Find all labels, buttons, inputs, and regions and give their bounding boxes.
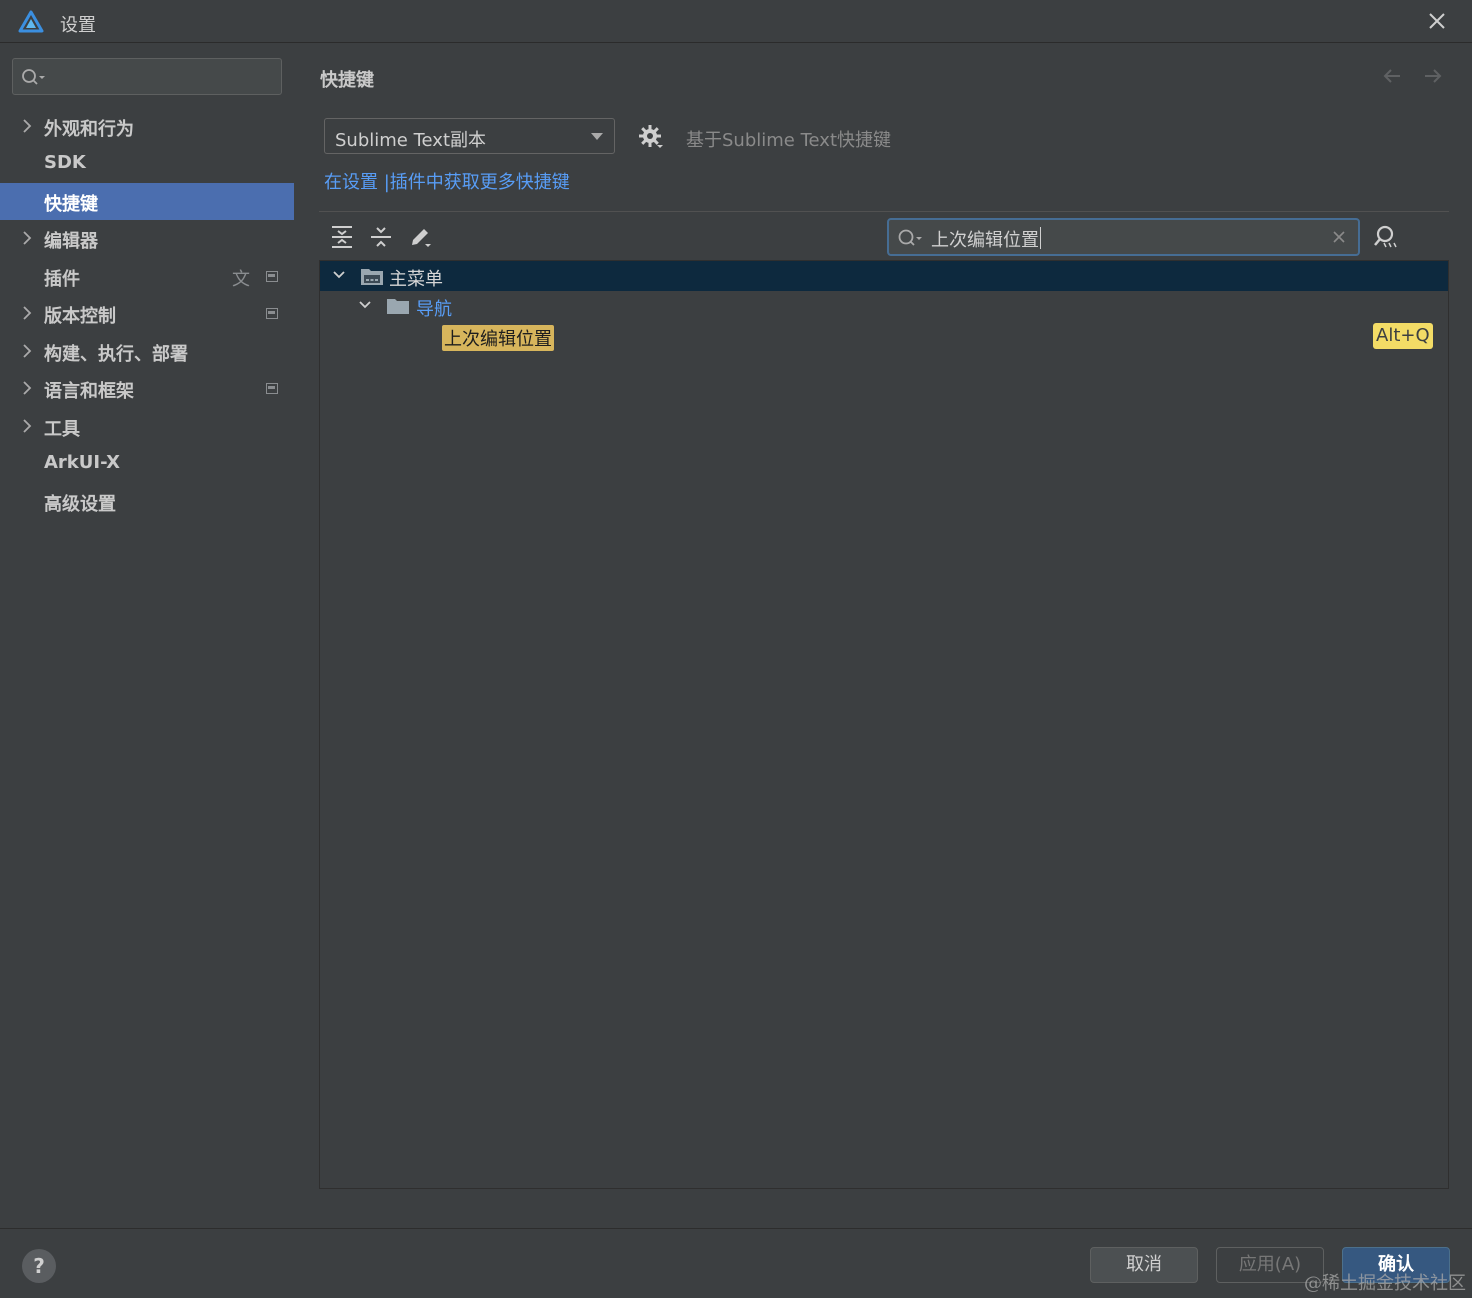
sidebar-item-label: 工具 bbox=[44, 419, 80, 440]
chevron-right-icon bbox=[23, 119, 32, 133]
sidebar-item-label: 语言和框架 bbox=[44, 381, 134, 402]
app-logo-icon bbox=[18, 10, 44, 33]
badge-icon bbox=[266, 308, 278, 319]
clear-icon[interactable] bbox=[1331, 229, 1347, 245]
page-title: 快捷键 bbox=[320, 70, 374, 91]
tree-row-last-edit-location[interactable]: 上次编辑位置 Alt+Q bbox=[320, 321, 1448, 351]
sidebar-item-editor[interactable]: 编辑器 bbox=[0, 220, 294, 257]
settings-search-input[interactable] bbox=[12, 58, 282, 95]
keymap-panel: 快捷键 Sublime Text副本 基于Sublime Text快捷键 在设置… bbox=[294, 44, 1472, 1228]
badge-icon bbox=[266, 271, 278, 282]
back-arrow-icon[interactable] bbox=[1380, 64, 1404, 88]
sidebar-item-label: 快捷键 bbox=[44, 194, 98, 215]
sidebar-item-languages[interactable]: 语言和框架 bbox=[0, 370, 294, 407]
chevron-down-icon bbox=[333, 271, 345, 279]
folder-icon bbox=[387, 299, 409, 314]
sidebar-item-label: 构建、执行、部署 bbox=[44, 344, 188, 365]
menu-folder-icon bbox=[361, 269, 383, 285]
help-icon[interactable]: ? bbox=[22, 1249, 56, 1283]
sidebar-item-arkuix[interactable]: ArkUI-X bbox=[0, 445, 294, 482]
keymap-based-on-text: 基于Sublime Text快捷键 bbox=[686, 130, 891, 151]
tree-label-main-menu: 主菜单 bbox=[389, 269, 443, 290]
find-by-shortcut-icon[interactable] bbox=[1372, 224, 1398, 250]
chevron-right-icon bbox=[23, 419, 32, 433]
shortcut-badge: Alt+Q bbox=[1373, 323, 1433, 349]
sidebar-item-label: 编辑器 bbox=[44, 231, 98, 252]
text-cursor bbox=[1040, 227, 1041, 249]
sidebar-item-build[interactable]: 构建、执行、部署 bbox=[0, 333, 294, 370]
badge-icon bbox=[266, 383, 278, 394]
sidebar-item-sdk[interactable]: SDK bbox=[0, 145, 294, 182]
keymap-dropdown[interactable]: Sublime Text副本 bbox=[324, 118, 615, 154]
keymap-dropdown-value: Sublime Text副本 bbox=[335, 130, 486, 151]
sidebar-item-advanced[interactable]: 高级设置 bbox=[0, 483, 294, 520]
chevron-right-icon bbox=[23, 306, 32, 320]
sidebar-item-label: 插件 bbox=[44, 269, 80, 290]
expand-all-icon[interactable] bbox=[329, 224, 355, 250]
sidebar-item-label: ArkUI-X bbox=[44, 452, 120, 473]
chevron-right-icon bbox=[23, 381, 32, 395]
edit-icon[interactable] bbox=[407, 224, 433, 250]
sidebar-item-appearance[interactable]: 外观和行为 bbox=[0, 108, 294, 145]
watermark: @稀土掘金技术社区 bbox=[1304, 1273, 1466, 1294]
tree-label-navigate: 导航 bbox=[416, 299, 452, 320]
forward-arrow-icon[interactable] bbox=[1421, 64, 1445, 88]
sidebar-item-keymap[interactable]: 快捷键 bbox=[0, 183, 294, 220]
chevron-down-icon bbox=[359, 301, 371, 309]
tree-row-main-menu[interactable]: 主菜单 bbox=[320, 261, 1448, 291]
collapse-all-icon[interactable] bbox=[368, 224, 394, 250]
chevron-down-icon bbox=[591, 133, 603, 140]
close-icon[interactable] bbox=[1424, 8, 1450, 34]
get-more-keymaps-link[interactable]: 在设置 |插件中获取更多快捷键 bbox=[324, 168, 570, 194]
sidebar-item-label: 版本控制 bbox=[44, 306, 116, 327]
chevron-right-icon bbox=[23, 231, 32, 245]
sidebar-item-label: 高级设置 bbox=[44, 494, 116, 515]
keymap-search-value: 上次编辑位置 bbox=[931, 230, 1039, 251]
tree-row-navigate[interactable]: 导航 bbox=[320, 291, 1448, 321]
divider bbox=[319, 211, 1449, 212]
search-icon bbox=[22, 69, 45, 85]
gear-icon[interactable] bbox=[638, 124, 664, 150]
sidebar-item-tools[interactable]: 工具 bbox=[0, 408, 294, 445]
title-bar: 设置 bbox=[0, 0, 1472, 43]
dialog-footer: ? 取消 应用(A) 确认 @稀土掘金技术社区 bbox=[0, 1228, 1472, 1298]
window-title: 设置 bbox=[60, 15, 96, 36]
sidebar-item-plugins[interactable]: 插件 文 bbox=[0, 258, 294, 295]
tree-label-last-edit-location: 上次编辑位置 bbox=[442, 325, 554, 351]
keymap-action-tree: 主菜单 导航 上次编辑位置 Alt+Q bbox=[319, 260, 1449, 1189]
keymap-search-input[interactable]: 上次编辑位置 bbox=[887, 218, 1360, 256]
translate-icon: 文 bbox=[232, 269, 250, 290]
cancel-button[interactable]: 取消 bbox=[1090, 1247, 1198, 1283]
chevron-right-icon bbox=[23, 344, 32, 358]
sidebar-item-vcs[interactable]: 版本控制 bbox=[0, 295, 294, 332]
search-icon bbox=[898, 229, 922, 246]
sidebar-item-label: 外观和行为 bbox=[44, 119, 134, 140]
sidebar-item-label: SDK bbox=[44, 152, 86, 173]
settings-sidebar: 外观和行为 SDK 快捷键 编辑器 插件 文 版本控制 构建、执行、部署 语言和… bbox=[0, 44, 294, 1228]
